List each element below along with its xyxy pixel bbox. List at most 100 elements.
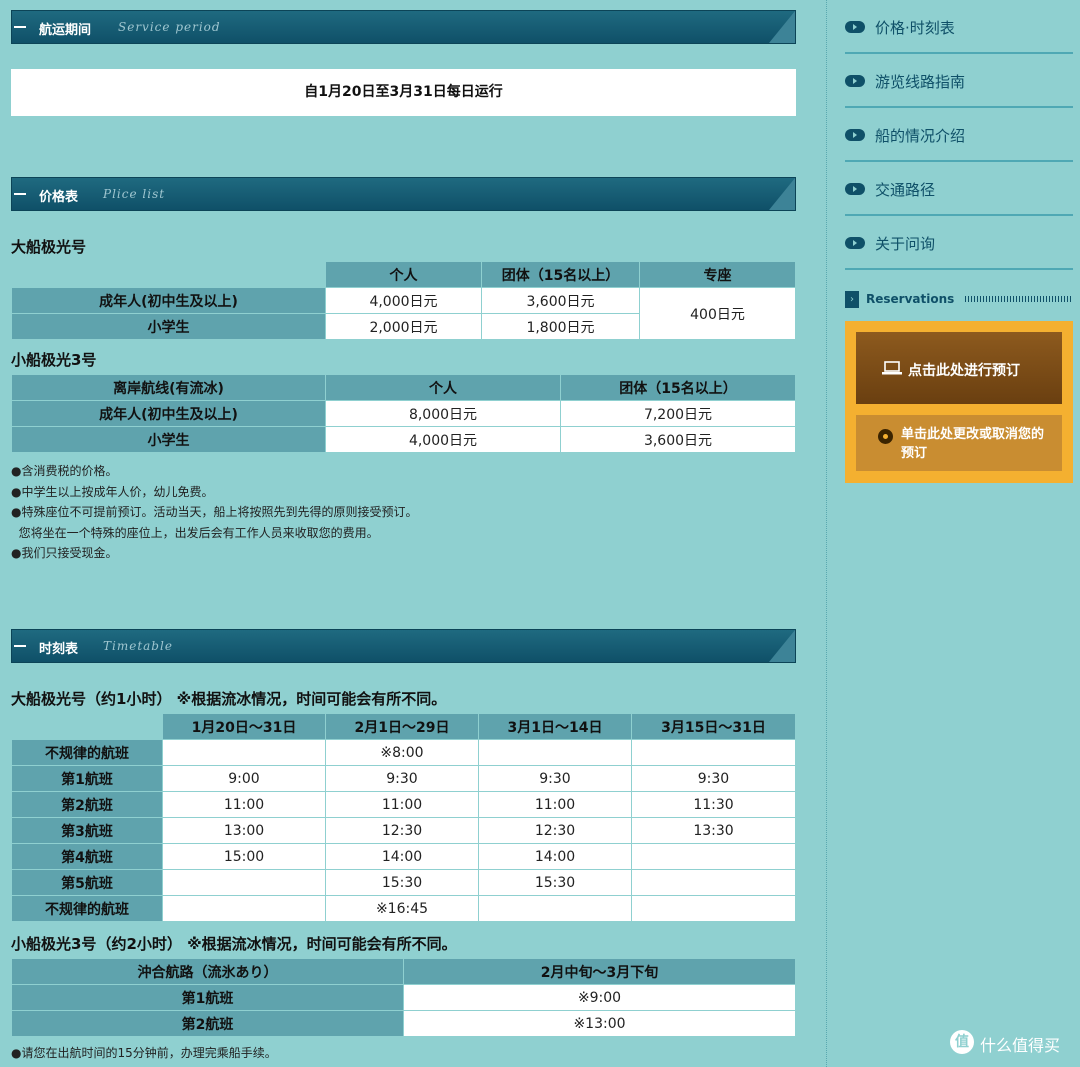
seat-price-cell: 400日元 [639,287,796,340]
section-title: 航运期间 [39,23,92,38]
column-header: 团体（15名以上） [560,374,796,401]
section-subtitle: Plice list [103,187,166,201]
arrow-pill-icon [845,237,865,249]
table-row: 不规律的航班 ※8:00 [11,739,796,766]
row-label: 第1航班 [11,984,404,1011]
column-header: 沖合航路（流氷あり） [11,958,404,985]
time-cell [631,869,796,896]
column-header: 1月20日～31日 [162,713,326,740]
column-header: 3月1日～14日 [478,713,632,740]
price-cell: 7,200日元 [560,400,796,427]
time-cell [631,895,796,922]
time-cell: 13:00 [162,817,326,844]
dot-icon [878,429,893,444]
price-cell: 4,000日元 [325,426,561,453]
nav-item-access[interactable]: 交通路径 [845,162,1073,216]
column-header: 个人 [325,374,561,401]
price-notes: ●含消费税的价格。 ●中学生以上按成年人价，幼儿免费。 ●特殊座位不可提前预订。… [11,461,417,564]
table-row: 第5航班 15:30 15:30 [11,869,796,896]
table-row: 第2航班 11:00 11:00 11:00 11:30 [11,791,796,818]
row-label: 小学生 [11,426,326,453]
time-cell: 14:00 [478,843,632,870]
time-cell: 9:30 [325,765,479,792]
row-label: 不规律的航班 [11,895,163,922]
service-period-text: 自1月20日至3月31日每日运行 [11,69,796,116]
time-cell [162,895,326,922]
time-cell: 11:00 [325,791,479,818]
column-header: 2月中旬～3月下旬 [403,958,796,985]
table-corner [11,261,326,288]
time-cell [478,739,632,766]
time-cell: 9:30 [631,765,796,792]
nav-label: 交通路径 [875,181,936,199]
nav-item-price-timetable[interactable]: 价格·时刻表 [845,0,1073,54]
table-row: 成年人(初中生及以上) 4,000日元 3,600日元 400日元 [11,287,796,340]
time-cell [162,869,326,896]
time-cell [162,739,326,766]
row-label: 成年人(初中生及以上) [11,400,326,427]
time-cell: ※16:45 [325,895,479,922]
big-ship-price-table: 个人 团体（15名以上） 专座 成年人(初中生及以上) 4,000日元 3,60… [11,261,796,340]
section-header-price-list: 价格表 Plice list [11,177,796,211]
row-label: 成年人(初中生及以上) [11,287,326,314]
dash-icon [14,26,26,28]
table-row: 小学生 4,000日元 3,600日元 [11,426,796,453]
nav-item-contact[interactable]: 关于问询 [845,216,1073,270]
small-ship-price-title: 小船极光3号 [11,351,97,369]
laptop-icon [882,361,902,375]
time-cell: 15:30 [325,869,479,896]
price-cell: 8,000日元 [325,400,561,427]
time-cell: 14:00 [325,843,479,870]
price-cell: 4,000日元 [325,287,482,314]
change-button-label: 单击此处更改或取消您的预订 [901,427,1045,461]
row-label: 第2航班 [11,791,163,818]
column-header: 离岸航线(有流冰) [11,374,326,401]
note-line: ●中学生以上按成年人价，幼儿免费。 [11,484,214,499]
time-cell [478,895,632,922]
time-cell: 15:00 [162,843,326,870]
time-cell: 12:30 [325,817,479,844]
nav-item-route-guide[interactable]: 游览线路指南 [845,54,1073,108]
table-row: 成年人(初中生及以上) 8,000日元 7,200日元 [11,400,796,427]
table-row: 第1航班 9:00 9:30 9:30 9:30 [11,765,796,792]
column-header: 2月1日～29日 [325,713,479,740]
row-label: 小学生 [11,313,326,340]
section-header-timetable: 时刻表 Timetable [11,629,796,663]
note-line: ●含消费税的价格。 [11,464,118,478]
time-cell: 12:30 [478,817,632,844]
arrow-pill-icon [845,21,865,33]
dash-icon [14,193,26,195]
sidebar: 价格·时刻表 游览线路指南 船的情况介绍 交通路径 关于问询 › Reserva… [826,0,1080,1067]
reservations-header: › Reservations [845,289,1075,309]
section-title: 价格表 [39,190,79,205]
time-cell: 13:30 [631,817,796,844]
reserve-button-label: 点击此处进行预订 [908,363,1020,379]
watermark-logo: 值 [950,1030,974,1054]
column-header: 团体（15名以上） [481,261,640,288]
section-subtitle: Timetable [103,639,173,653]
price-cell: 2,000日元 [325,313,482,340]
time-cell: ※13:00 [403,1010,796,1037]
change-reservation-button[interactable]: 单击此处更改或取消您的预订 [856,415,1062,471]
reserve-button[interactable]: 点击此处进行预订 [856,332,1062,404]
small-timetable-title: 小船极光3号（约2小时） ※根据流冰情况，时间可能会有所不同。 [11,935,457,953]
table-row: 第1航班 ※9:00 [11,984,796,1011]
big-ship-price-title: 大船极光号 [11,238,87,256]
time-cell [631,739,796,766]
section-title: 时刻表 [39,642,79,657]
chevron-right-icon: › [845,291,859,308]
nav-label: 价格·时刻表 [875,19,955,37]
note-line: ●特殊座位不可提前预订。活动当天，船上将按照先到先得的原则接受预订。 [11,505,418,519]
row-label: 第3航班 [11,817,163,844]
arrow-pill-icon [845,129,865,141]
nav-label: 游览线路指南 [875,73,966,91]
nav-item-ship-info[interactable]: 船的情况介绍 [845,108,1073,162]
time-cell: ※8:00 [325,739,479,766]
price-cell: 3,600日元 [481,287,640,314]
note-line: 您将坐在一个特殊的座位上，出发后会有工作人员来收取您的费用。 [11,525,379,540]
note-line: ●我们只接受现金。 [11,546,118,560]
table-row: 第2航班 ※13:00 [11,1010,796,1037]
dash-icon [14,645,26,647]
column-header: 3月15日～31日 [631,713,796,740]
time-cell: 9:30 [478,765,632,792]
